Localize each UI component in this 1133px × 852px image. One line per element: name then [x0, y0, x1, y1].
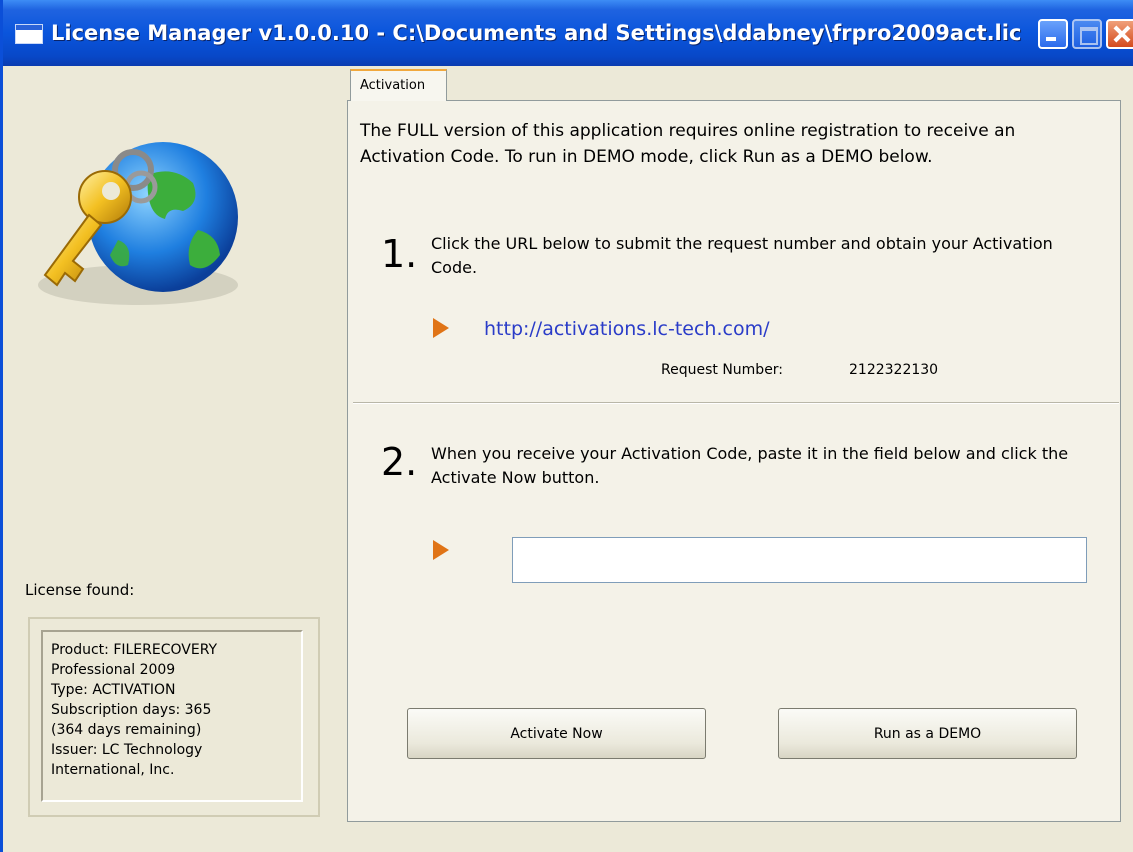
step-1-text: Click the URL below to submit the reques… — [431, 234, 1053, 277]
step-2-number: 2. — [381, 440, 418, 484]
minimize-icon[interactable] — [1038, 19, 1068, 49]
activation-code-input[interactable] — [512, 537, 1087, 583]
arrow-right-icon — [433, 318, 449, 338]
title-bar[interactable]: License Manager v1.0.0.10 - C:\Documents… — [3, 0, 1133, 66]
license-manager-window: License Manager v1.0.0.10 - C:\Documents… — [0, 0, 1133, 852]
license-info-box: Product: FILERECOVERY Professional 2009 … — [41, 630, 303, 802]
license-info-group: Product: FILERECOVERY Professional 2009 … — [28, 617, 320, 817]
section-divider — [353, 402, 1119, 404]
license-found-label: License found: — [25, 581, 135, 599]
tab-activation-label: Activation — [360, 78, 426, 93]
tab-activation[interactable]: Activation — [350, 69, 447, 101]
step-1-number: 1. — [381, 232, 418, 276]
maximize-icon[interactable] — [1072, 19, 1102, 49]
window-title: License Manager v1.0.0.10 - C:\Documents… — [51, 21, 1022, 45]
license-info-text: Product: FILERECOVERY Professional 2009 … — [51, 642, 218, 778]
arrow-right-icon — [433, 540, 449, 560]
request-number-value: 2122322130 — [849, 362, 939, 378]
close-icon[interactable] — [1106, 19, 1133, 49]
run-as-demo-button[interactable]: Run as a DEMO — [778, 708, 1077, 759]
request-number-label: Request Number: — [661, 362, 784, 378]
activation-intro-text: The FULL version of this application req… — [360, 121, 1016, 167]
step-2-text: When you receive your Activation Code, p… — [431, 444, 1069, 487]
activation-url-link[interactable]: http://activations.lc-tech.com/ — [484, 318, 769, 340]
activate-now-button[interactable]: Activate Now — [407, 708, 706, 759]
key-globe-icon — [38, 142, 238, 305]
app-window-icon — [15, 24, 43, 44]
